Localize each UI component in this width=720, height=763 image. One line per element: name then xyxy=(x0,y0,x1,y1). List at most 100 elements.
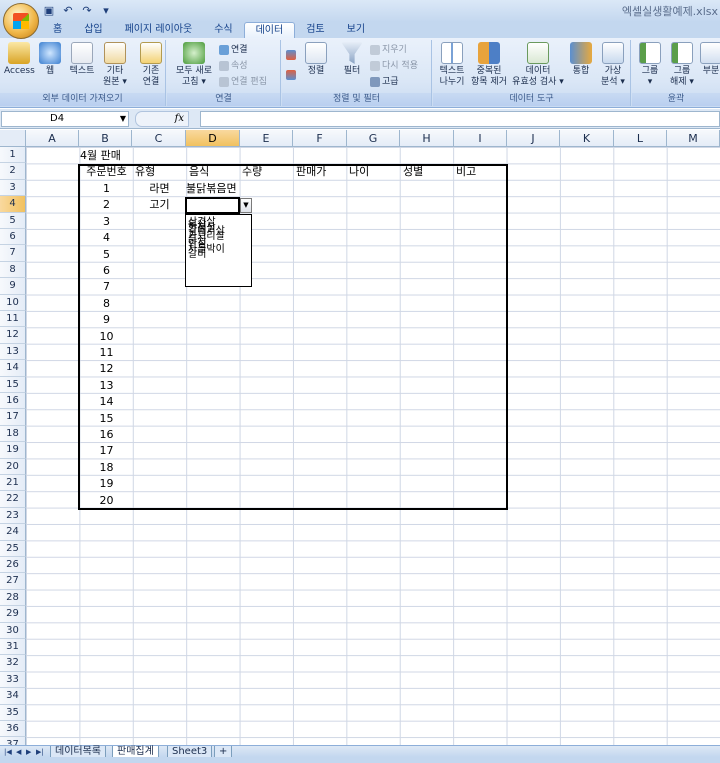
tab-review[interactable]: 검토 xyxy=(295,22,335,38)
row-header-15[interactable]: 15 xyxy=(0,376,26,393)
row-header-26[interactable]: 26 xyxy=(0,557,26,574)
customize-qat-icon[interactable]: ▾ xyxy=(99,4,113,18)
column-header-f[interactable]: F xyxy=(293,130,347,147)
row-header-33[interactable]: 33 xyxy=(0,671,26,689)
edit-links-button[interactable]: 연결 편집 xyxy=(219,75,267,89)
data-validation-button[interactable]: 데이터 유효성 검사 ▾ xyxy=(509,42,567,88)
cell-d3[interactable]: 불닭볶음면 xyxy=(186,181,237,197)
order-number-cell[interactable]: 14 xyxy=(80,394,133,410)
row-header-31[interactable]: 31 xyxy=(0,639,26,656)
order-number-cell[interactable]: 16 xyxy=(80,427,133,443)
tab-view[interactable]: 보기 xyxy=(336,22,376,38)
order-number-cell[interactable]: 7 xyxy=(80,279,133,295)
tab-data[interactable]: 데이터 xyxy=(243,22,296,38)
sort-asc-button[interactable] xyxy=(286,48,298,62)
order-number-cell[interactable]: 9 xyxy=(80,312,133,328)
order-number-cell[interactable]: 8 xyxy=(80,296,133,312)
order-number-cell[interactable]: 20 xyxy=(80,493,133,509)
office-button[interactable] xyxy=(3,3,39,39)
row-header-11[interactable]: 11 xyxy=(0,311,26,328)
column-header-g[interactable]: G xyxy=(347,130,400,147)
order-number-cell[interactable]: 13 xyxy=(80,378,133,394)
row-header-30[interactable]: 30 xyxy=(0,622,26,639)
order-number-cell[interactable]: 10 xyxy=(80,329,133,345)
row-header-28[interactable]: 28 xyxy=(0,589,26,607)
chevron-down-icon[interactable]: ▼ xyxy=(120,112,126,126)
header-note[interactable]: 비고 xyxy=(456,164,476,180)
row-header-3[interactable]: 3 xyxy=(0,179,26,197)
validation-dropdown-list[interactable]: 삼겹살 목살 항정살 갈매기살 가브리살 등심 안심 차돌박이 갈비 xyxy=(185,214,252,287)
column-header-h[interactable]: H xyxy=(400,130,454,147)
text-button[interactable]: 텍스트 xyxy=(66,42,98,77)
reapply-button[interactable]: 다시 적용 xyxy=(370,59,418,73)
column-header-a[interactable]: A xyxy=(26,130,79,147)
row-header-6[interactable]: 6 xyxy=(0,229,26,246)
column-header-k[interactable]: K xyxy=(560,130,614,147)
group-button[interactable]: 그룹 ▾ xyxy=(636,42,664,88)
row-header-35[interactable]: 35 xyxy=(0,704,26,721)
order-number-cell[interactable]: 11 xyxy=(80,345,133,361)
column-header-i[interactable]: I xyxy=(454,130,507,147)
cell-b1[interactable]: 4월 판매 xyxy=(80,148,121,164)
row-header-13[interactable]: 13 xyxy=(0,343,26,361)
select-all-corner[interactable] xyxy=(0,130,26,147)
access-button[interactable]: Access xyxy=(4,42,35,77)
row-header-23[interactable]: 23 xyxy=(0,507,26,525)
row-header-17[interactable]: 17 xyxy=(0,409,26,426)
row-header-22[interactable]: 22 xyxy=(0,491,26,508)
order-number-cell[interactable]: 17 xyxy=(80,443,133,459)
header-gender[interactable]: 성별 xyxy=(403,164,423,180)
tab-insert[interactable]: 삽입 xyxy=(73,22,113,38)
header-price[interactable]: 판매가 xyxy=(296,164,326,180)
tab-formulas[interactable]: 수식 xyxy=(203,22,243,38)
row-header-16[interactable]: 16 xyxy=(0,393,26,410)
active-cell-d4[interactable] xyxy=(185,197,240,214)
row-header-27[interactable]: 27 xyxy=(0,573,26,590)
row-header-2[interactable]: 2 xyxy=(0,163,26,180)
header-order-no[interactable]: 주문번호 xyxy=(80,164,133,180)
column-header-b[interactable]: B xyxy=(79,130,132,147)
order-number-cell[interactable]: 12 xyxy=(80,361,133,377)
row-header-20[interactable]: 20 xyxy=(0,458,26,475)
save-icon[interactable]: ▣ xyxy=(42,4,56,18)
row-header-34[interactable]: 34 xyxy=(0,688,26,705)
tab-home[interactable]: 홈 xyxy=(42,22,73,38)
advanced-button[interactable]: 고급 xyxy=(370,75,399,89)
undo-icon[interactable]: ↶ xyxy=(61,4,75,18)
order-number-cell[interactable]: 5 xyxy=(80,247,133,263)
header-type[interactable]: 유형 xyxy=(135,164,155,180)
row-header-25[interactable]: 25 xyxy=(0,540,26,557)
sort-button[interactable]: 정렬 xyxy=(302,42,330,77)
column-header-j[interactable]: J xyxy=(507,130,560,147)
cell-c4[interactable]: 고기 xyxy=(133,197,186,213)
tab-page-layout[interactable]: 페이지 레이아웃 xyxy=(114,22,204,38)
fx-icon[interactable]: fx xyxy=(175,112,184,126)
row-header-14[interactable]: 14 xyxy=(0,360,26,377)
refresh-all-button[interactable]: 모두 새로 고침 ▾ xyxy=(173,42,215,88)
other-sources-button[interactable]: 기타 원본 ▾ xyxy=(100,42,130,88)
properties-button[interactable]: 속성 xyxy=(219,59,248,73)
sort-desc-button[interactable] xyxy=(286,68,298,82)
row-header-12[interactable]: 12 xyxy=(0,327,26,344)
clear-button[interactable]: 지우기 xyxy=(370,43,407,57)
row-header-9[interactable]: 9 xyxy=(0,278,26,295)
order-number-cell[interactable]: 2 xyxy=(80,197,133,213)
dropdown-item[interactable]: 갈비 xyxy=(188,250,206,260)
order-number-cell[interactable]: 19 xyxy=(80,476,133,492)
order-number-cell[interactable]: 6 xyxy=(80,263,133,279)
column-header-e[interactable]: E xyxy=(240,130,293,147)
row-header-21[interactable]: 21 xyxy=(0,475,26,492)
order-number-cell[interactable]: 15 xyxy=(80,411,133,427)
remove-duplicates-button[interactable]: 중복된 항목 제거 xyxy=(469,42,509,88)
filter-button[interactable]: 필터 xyxy=(338,42,366,77)
order-number-cell[interactable]: 1 xyxy=(80,181,133,197)
column-header-l[interactable]: L xyxy=(614,130,667,147)
header-qty[interactable]: 수량 xyxy=(242,164,262,180)
row-header-1[interactable]: 1 xyxy=(0,147,26,164)
row-header-29[interactable]: 29 xyxy=(0,606,26,623)
row-header-7[interactable]: 7 xyxy=(0,245,26,262)
row-header-4[interactable]: 4 xyxy=(0,196,26,213)
what-if-button[interactable]: 가상 분석 ▾ xyxy=(597,42,629,88)
web-button[interactable]: 웹 xyxy=(36,42,64,77)
column-header-c[interactable]: C xyxy=(132,130,186,147)
